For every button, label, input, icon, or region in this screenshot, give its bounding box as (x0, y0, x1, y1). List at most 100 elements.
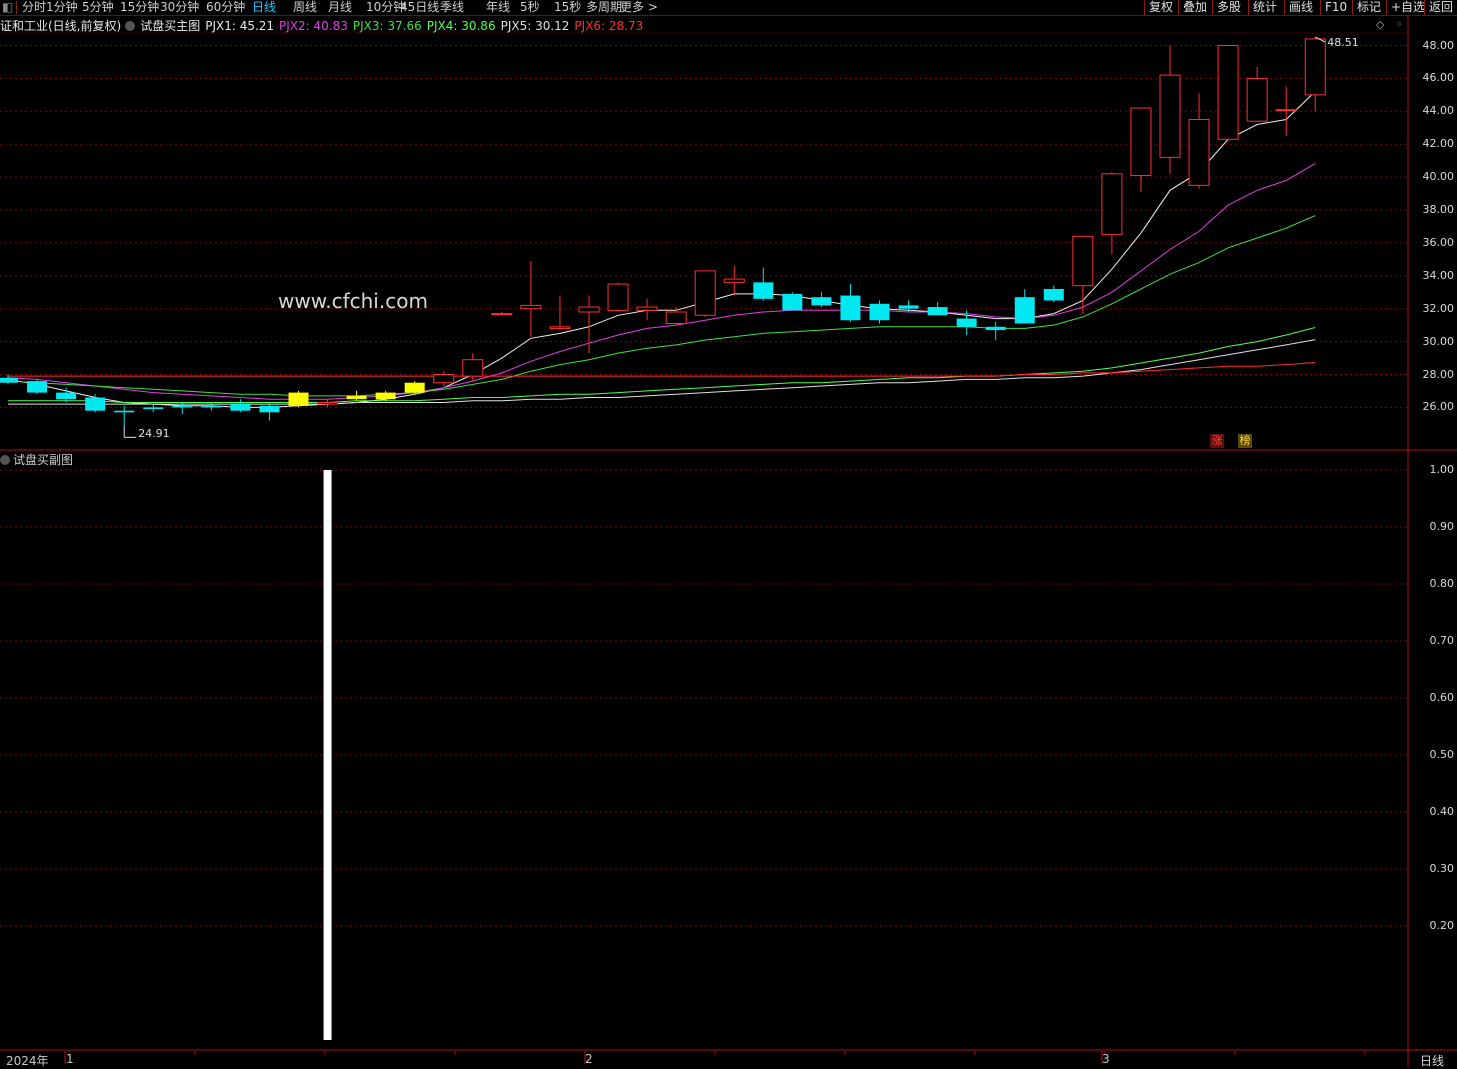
candle-body-up (462, 359, 484, 377)
toolbar-button-0[interactable]: 复权 (1144, 0, 1173, 15)
toolbar-button-6[interactable]: 标记 (1352, 0, 1381, 15)
legend-item-pjx1: PJX1: 45.21 (205, 19, 275, 33)
candle-body-up (317, 401, 339, 405)
price-tick-label: 36.00 (1422, 235, 1455, 249)
candle-body-up (1275, 109, 1297, 112)
candle-body-down (753, 282, 774, 299)
period-tab-11[interactable]: 季线 (440, 0, 464, 15)
rise-tag[interactable]: 涨 (1210, 434, 1224, 448)
rank-tag[interactable]: 榜 (1238, 434, 1252, 448)
candle-body-up (1130, 107, 1152, 176)
candle-body-up (520, 304, 542, 310)
period-tab-0[interactable]: 分时 (22, 0, 46, 15)
toolbar-button-1[interactable]: 叠加 (1178, 0, 1207, 15)
candle-body-down (869, 303, 890, 321)
main-legend: 证和工业(日线,前复权) 试盘买主图 PJX1: 45.21 PJX2: 40.83 P… (0, 17, 653, 33)
high-price-label: 48.51 (1327, 36, 1359, 50)
candle-body-down (985, 326, 1006, 331)
candle-body-up (607, 283, 629, 311)
candle-body-down (27, 381, 48, 393)
sub-tick-label: 0.60 (1429, 691, 1455, 704)
candle-body-up (1304, 38, 1326, 96)
period-tab-7[interactable]: 周线 (293, 0, 317, 15)
candle-body-up (665, 311, 687, 325)
candle-body-down (201, 405, 222, 408)
sub-indicator-name[interactable]: 试盘买副图 (13, 453, 73, 467)
candle-body-down (898, 305, 919, 309)
price-tick-label: 38.00 (1422, 203, 1455, 216)
candle-body-up (1246, 77, 1268, 122)
sub-tick-label: 0.80 (1429, 577, 1455, 590)
low-price-label: 24.91 (138, 427, 170, 441)
candle-body-down (375, 392, 396, 400)
diamond-icon[interactable]: ◇ (1376, 18, 1384, 31)
candlesticks (0, 36, 1326, 438)
period-tab-6[interactable]: 日线 (252, 0, 276, 15)
indicator-toggle-icon[interactable] (125, 21, 136, 31)
sub-tick-label: 0.90 (1429, 520, 1455, 533)
price-tick-label: 26.00 (1422, 400, 1455, 414)
watermark: www.cfchi.com (278, 289, 428, 313)
candle-body-down (956, 318, 977, 327)
period-tab-3[interactable]: 15分钟 (120, 0, 159, 15)
chart-canvas[interactable] (0, 0, 1457, 1067)
period-tab-1[interactable]: 1分钟 (46, 0, 78, 15)
indicator-name[interactable]: 试盘买主图 (140, 19, 200, 33)
candle-body-up (723, 278, 745, 283)
ma-line-pjx5 (8, 339, 1316, 405)
candle-body-down (0, 377, 18, 383)
period-tab-12[interactable]: 年线 (486, 0, 510, 15)
toolbar-button-4[interactable]: 画线 (1284, 0, 1313, 15)
candle-body-up (1072, 235, 1094, 287)
period-tab-14[interactable]: 15秒 (554, 0, 581, 15)
collapse-icon[interactable]: ◧ (2, 0, 13, 15)
period-tab-5[interactable]: 60分钟 (206, 0, 245, 15)
stock-title: 证和工业(日线,前复权) (0, 19, 122, 33)
toolbar-button-7[interactable]: +自选 (1386, 0, 1425, 15)
candle-body-down (259, 405, 280, 413)
candle-body-up (636, 306, 658, 311)
price-tick-label: 48.00 (1422, 38, 1455, 52)
period-tab-13[interactable]: 5秒 (520, 0, 540, 15)
candle-body-down (172, 405, 193, 408)
candle-body-down (346, 395, 367, 400)
price-tick-label: 34.00 (1422, 268, 1455, 282)
period-tab-2[interactable]: 5分钟 (82, 0, 114, 15)
signal-bar (323, 470, 332, 1040)
month-label-1: 1 (66, 1052, 74, 1066)
toolbar-button-3[interactable]: 统计 (1248, 0, 1277, 15)
toolbar-button-2[interactable]: 多股 (1212, 0, 1241, 15)
month-label-3: 3 (1102, 1052, 1110, 1066)
candle-body-down (230, 404, 251, 411)
price-tick-label: 28.00 (1422, 367, 1455, 381)
period-tab-8[interactable]: 月线 (328, 0, 352, 15)
month-label-2: 2 (585, 1052, 593, 1066)
toolbar-button-5[interactable]: F10 (1320, 0, 1347, 15)
candle-body-down (927, 307, 948, 316)
ma-line-pjx1 (7, 91, 1316, 408)
moving-average-lines (7, 91, 1316, 408)
sub-tick-label: 0.20 (1429, 919, 1455, 932)
period-toolbar: ◧ 分时 1分钟 5分钟 15分钟 30分钟 60分钟 日线 周线 月线 10分钟 45日线 季线 年线… (0, 0, 1457, 16)
legend-item-pjx3: PJX3: 37.66 (352, 19, 422, 33)
period-tab-16[interactable]: 更多 > (620, 0, 658, 15)
sub-tick-label: 0.50 (1429, 748, 1455, 761)
candle-body-up (1217, 45, 1239, 140)
toolbar-button-8[interactable]: 返回 (1424, 0, 1453, 15)
period-tab-10[interactable]: 45日线 (400, 0, 439, 15)
period-tab-4[interactable]: 30分钟 (160, 0, 199, 15)
candle-body-up (433, 374, 455, 384)
sub-tick-label: 0.70 (1429, 634, 1455, 647)
settings-dot-icon[interactable]: ◦ (1396, 18, 1403, 31)
sub-tick-label: 0.30 (1429, 862, 1455, 875)
ma-line-pjx4 (8, 327, 1316, 403)
candle-body-up (1101, 173, 1123, 236)
period-tab-15[interactable]: 多周期 (586, 0, 622, 15)
period-label[interactable]: 日线 (1420, 1052, 1444, 1069)
candle-body-down (840, 295, 861, 321)
sub-toggle-icon[interactable] (0, 455, 10, 465)
timeline: 2024年 1 2 3 (0, 1051, 1457, 1068)
legend-item-pjx2: PJX2: 40.83 (279, 19, 348, 33)
toolbar-divider (16, 1, 17, 14)
candle-body-down (782, 293, 803, 311)
